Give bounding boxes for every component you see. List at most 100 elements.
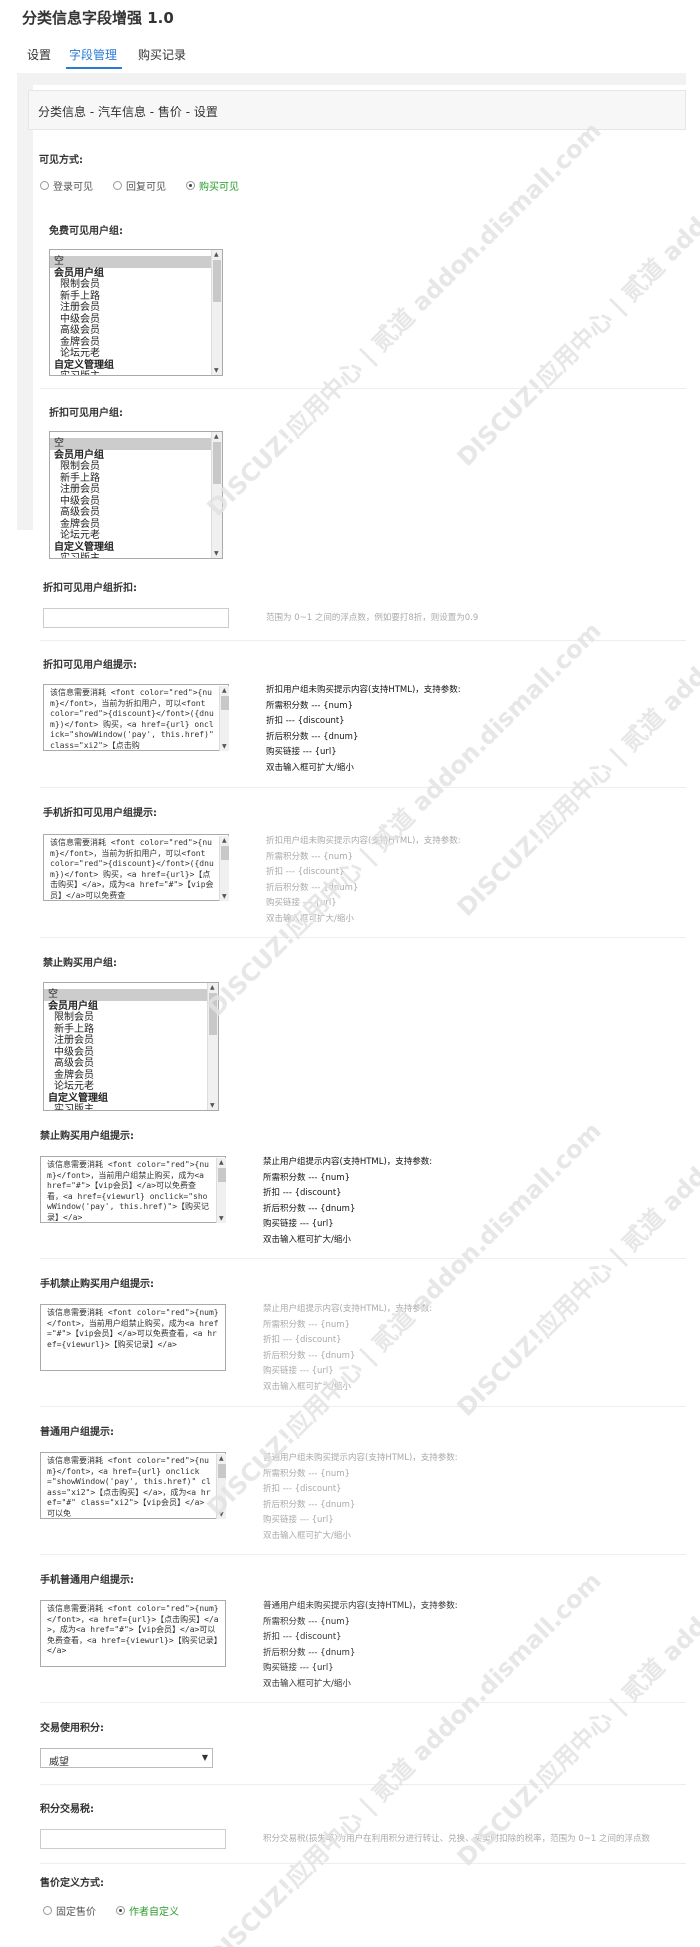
listbox-option[interactable]: 注册会员 xyxy=(50,302,222,314)
radio-fixed-price[interactable]: 固定售价 xyxy=(43,1903,96,1918)
listbox-option[interactable]: 实习版主 xyxy=(50,371,222,375)
chevron-down-icon: ▼ xyxy=(201,1753,208,1762)
scrollbar[interactable]: ▲ ▼ xyxy=(214,1454,226,1519)
scrollbar[interactable]: ▲ ▼ xyxy=(217,686,229,751)
breadcrumb: 分类信息 - 汽车信息 - 售价 - 设置 xyxy=(28,90,686,130)
radio-icon xyxy=(113,181,122,190)
mobile-ban-tip-label: 手机禁止购买用户组提示: xyxy=(40,1279,154,1290)
watermark: DISCUZ!应用中心 | 贰道 addon.dismall.com xyxy=(451,1466,700,1872)
listbox-option[interactable]: 新手上路 xyxy=(44,1024,218,1036)
watermark: DISCUZ!应用中心 | 贰道 addon.dismall.com xyxy=(201,116,607,522)
active-tab-indicator xyxy=(66,67,122,69)
listbox-option[interactable]: 会员用户组 xyxy=(50,450,222,462)
listbox-option[interactable]: 新手上路 xyxy=(50,291,222,303)
listbox-option[interactable]: 自定义管理组 xyxy=(50,360,222,372)
listbox-option[interactable]: 中级会员 xyxy=(44,1047,218,1059)
listbox-option[interactable]: 实习版主 xyxy=(44,1104,218,1110)
listbox-option[interactable]: 高级会员 xyxy=(50,507,222,519)
listbox-option[interactable]: 金牌会员 xyxy=(50,337,222,349)
scrollbar[interactable]: ▲ ▼ xyxy=(207,983,218,1110)
ban-groups-listbox[interactable]: 空会员用户组 限制会员 新手上路 注册会员 中级会员 高级会员 金牌会员 论坛元老 自定义管理组… xyxy=(43,982,219,1111)
left-gutter xyxy=(17,85,33,530)
listbox-option[interactable]: 实习版主 xyxy=(50,553,222,558)
scrollbar[interactable]: ▲ ▼ xyxy=(217,836,229,901)
ban-tip-textarea[interactable]: 该信息需要消耗 <font color="red">{num}</font>，当… xyxy=(40,1156,226,1223)
listbox-option[interactable]: 论坛元老 xyxy=(44,1081,218,1093)
listbox-option[interactable]: 自定义管理组 xyxy=(44,1093,218,1105)
toolbar-background xyxy=(17,73,686,85)
listbox-option[interactable]: 注册会员 xyxy=(44,1035,218,1047)
free-groups-label: 免费可见用户组: xyxy=(49,226,123,237)
listbox-option[interactable]: 空 xyxy=(50,256,222,268)
mobile-normal-tip-textarea[interactable]: 该信息需要消耗 <font color="red">{num}</font>，<… xyxy=(40,1600,226,1667)
listbox-option[interactable]: 高级会员 xyxy=(50,325,222,337)
radio-author-defined[interactable]: 作者自定义 xyxy=(116,1903,179,1918)
breadcrumb-text: 分类信息 - 汽车信息 - 售价 - 设置 xyxy=(38,105,218,119)
credit-label: 交易使用积分: xyxy=(40,1723,104,1734)
listbox-option[interactable]: 限制会员 xyxy=(50,461,222,473)
listbox-option[interactable]: 金牌会员 xyxy=(44,1070,218,1082)
tab-field-management[interactable]: 字段管理 xyxy=(69,46,117,63)
divider xyxy=(40,937,686,938)
divider xyxy=(40,1554,686,1555)
page-title: 分类信息字段增强 1.0 xyxy=(22,9,174,27)
discount-tip-textarea[interactable]: 该信息需要消耗 <font color="red">{num}</font>，当… xyxy=(43,684,229,751)
radio-icon xyxy=(116,1906,125,1915)
credit-select[interactable]: 威望 ▼ xyxy=(40,1748,213,1768)
visibility-radio-group: 登录可见 回复可见 购买可见 xyxy=(40,178,239,193)
listbox-option[interactable]: 空 xyxy=(50,438,222,450)
divider xyxy=(40,388,686,389)
listbox-option[interactable]: 论坛元老 xyxy=(50,530,222,542)
discount-groups-label: 折扣可见用户组: xyxy=(49,408,123,419)
watermark: DISCUZ!应用中心 | 贰道 addon.dismall.com xyxy=(451,516,700,922)
listbox-option[interactable]: 空 xyxy=(44,989,218,1001)
scrollbar[interactable]: ▲ ▼ xyxy=(214,1158,226,1223)
mobile-discount-tip-textarea[interactable]: 该信息需要消耗 <font color="red">{num}</font>，当… xyxy=(43,834,229,901)
watermark: DISCUZ!应用中心 | 贰道 addon.dismall.com xyxy=(451,1016,700,1422)
discount-rate-input[interactable] xyxy=(43,608,229,628)
tab-purchase-records[interactable]: 购买记录 xyxy=(138,46,186,63)
normal-tip-hint: 普通用户组未购买提示内容(支持HTML)，支持参数: 所需积分数 --- {nu… xyxy=(263,1453,458,1541)
ban-tip-label: 禁止购买用户组提示: xyxy=(40,1131,134,1142)
radio-reply-visible[interactable]: 回复可见 xyxy=(113,178,166,193)
listbox-option[interactable]: 中级会员 xyxy=(50,496,222,508)
price-mode-radio-group: 固定售价 作者自定义 xyxy=(43,1903,179,1918)
scrollbar[interactable]: ▲ ▼ xyxy=(211,432,222,558)
radio-login-visible[interactable]: 登录可见 xyxy=(40,178,93,193)
listbox-option[interactable]: 金牌会员 xyxy=(50,519,222,531)
listbox-option[interactable]: 注册会员 xyxy=(50,484,222,496)
discount-groups-listbox[interactable]: 空会员用户组 限制会员 新手上路 注册会员 中级会员 高级会员 金牌会员 论坛元老 自定义管理组… xyxy=(49,431,223,559)
discount-rate-hint: 范围为 0~1 之间的浮点数，例如要打8折，则设置为0.9 xyxy=(266,613,479,623)
normal-tip-textarea[interactable]: 该信息需要消耗 <font color="red">{num}</font>，<… xyxy=(40,1452,226,1519)
credit-select-value: 威望 xyxy=(49,1757,69,1768)
free-groups-listbox[interactable]: 空会员用户组 限制会员 新手上路 注册会员 中级会员 高级会员 金牌会员 论坛元老 自定义管理组… xyxy=(49,249,223,376)
listbox-option[interactable]: 会员用户组 xyxy=(44,1001,218,1013)
mobile-ban-tip-textarea[interactable]: 该信息需要消耗 <font color="red">{num}</font>，当… xyxy=(40,1304,226,1371)
tab-settings[interactable]: 设置 xyxy=(27,46,51,63)
listbox-option[interactable]: 限制会员 xyxy=(44,1012,218,1024)
ban-tip-hint: 禁止用户组提示内容(支持HTML)，支持参数: 所需积分数 --- {num} … xyxy=(263,1157,433,1245)
mobile-discount-tip-label: 手机折扣可见用户组提示: xyxy=(43,808,157,819)
price-mode-label: 售价定义方式: xyxy=(40,1878,104,1889)
radio-icon xyxy=(40,181,49,190)
scrollbar[interactable]: ▲ ▼ xyxy=(211,250,222,375)
tax-label: 积分交易税: xyxy=(40,1804,94,1815)
listbox-option[interactable]: 高级会员 xyxy=(44,1058,218,1070)
radio-icon xyxy=(43,1906,52,1915)
mobile-normal-tip-label: 手机普通用户组提示: xyxy=(40,1575,134,1586)
mobile-discount-tip-hint: 折扣用户组未购买提示内容(支持HTML)，支持参数: 所需积分数 --- {nu… xyxy=(266,836,461,924)
listbox-option[interactable]: 论坛元老 xyxy=(50,348,222,360)
divider xyxy=(40,1863,686,1864)
radio-purchase-visible[interactable]: 购买可见 xyxy=(186,178,239,193)
mobile-ban-tip-hint: 禁止用户组提示内容(支持HTML)，支持参数: 所需积分数 --- {num} … xyxy=(263,1304,433,1392)
discount-tip-hint: 折扣用户组未购买提示内容(支持HTML)，支持参数: 所需积分数 --- {nu… xyxy=(266,685,461,773)
listbox-option[interactable]: 限制会员 xyxy=(50,279,222,291)
listbox-option[interactable]: 会员用户组 xyxy=(50,268,222,280)
listbox-option[interactable]: 中级会员 xyxy=(50,314,222,326)
divider xyxy=(40,1258,686,1259)
visibility-label: 可见方式: xyxy=(39,155,83,166)
divider xyxy=(40,787,686,788)
listbox-option[interactable]: 自定义管理组 xyxy=(50,542,222,554)
listbox-option[interactable]: 新手上路 xyxy=(50,473,222,485)
tax-input[interactable] xyxy=(40,1829,226,1849)
